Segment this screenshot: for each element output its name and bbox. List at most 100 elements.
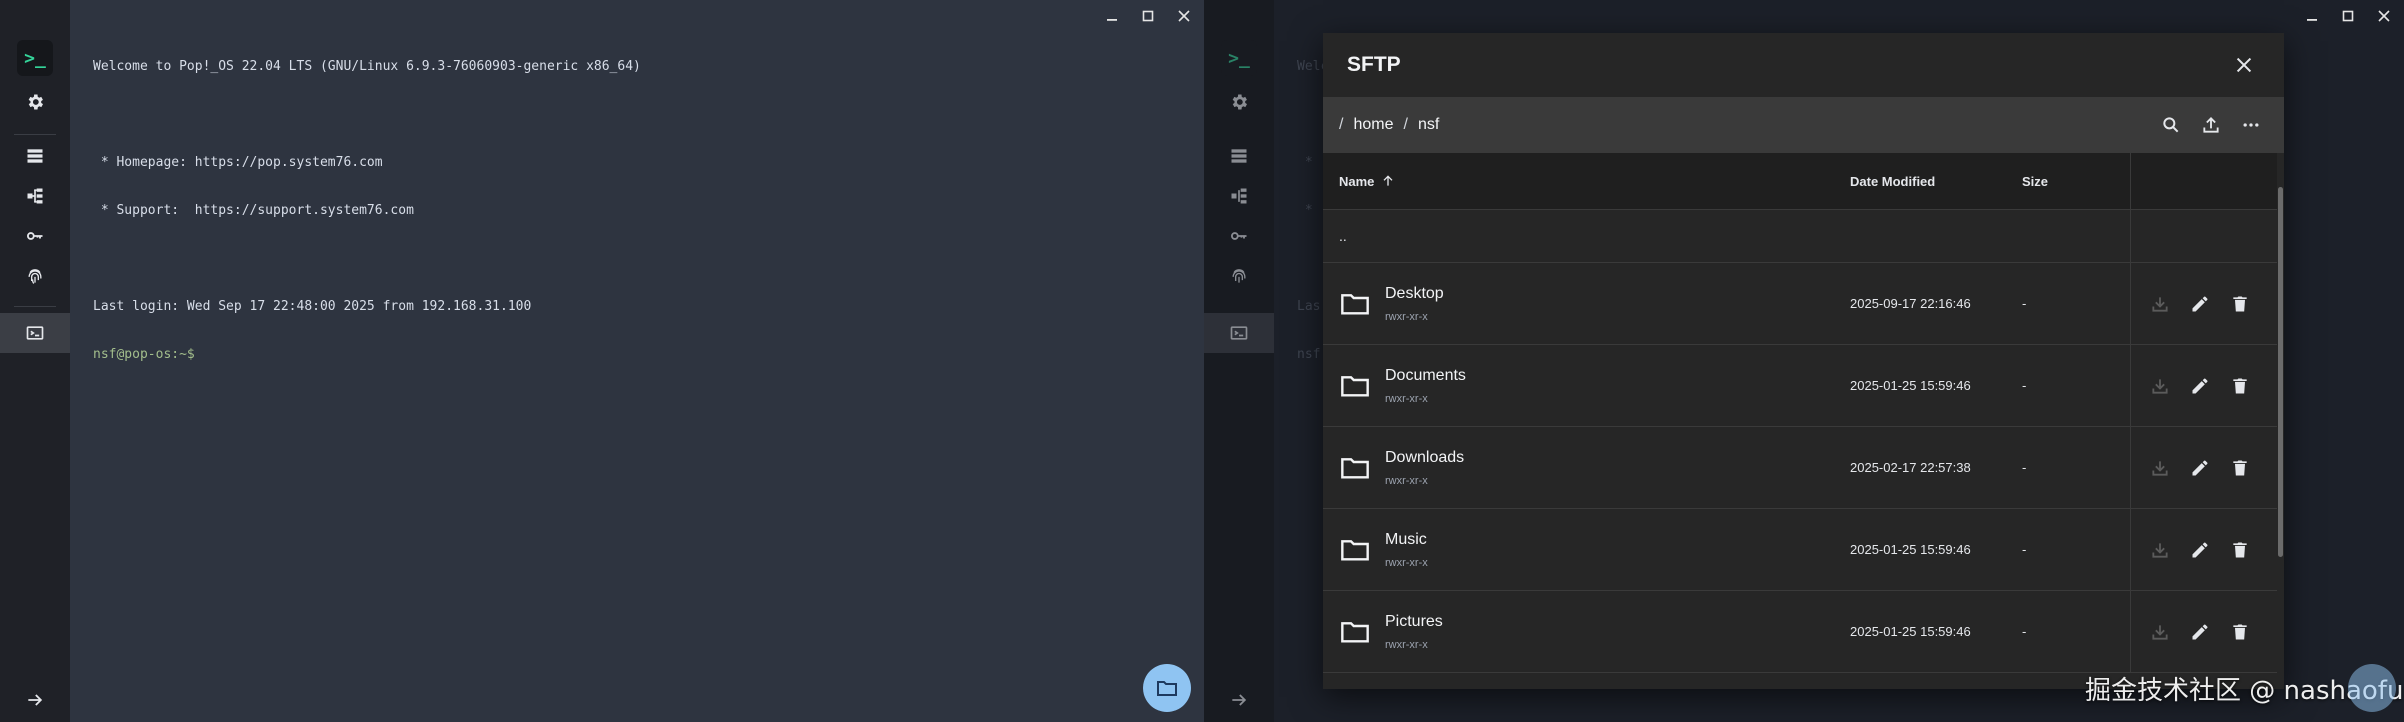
search-button[interactable] xyxy=(2154,108,2188,142)
file-size: - xyxy=(2022,542,2027,557)
terminal-window-left: >_ Welcome to Pop!_OS 22.04 LTS (GNU/Lin… xyxy=(0,0,1204,722)
hosts-list-icon[interactable] xyxy=(0,136,70,176)
breadcrumb-segment[interactable]: home xyxy=(1353,116,1393,134)
download-button[interactable] xyxy=(2143,287,2177,321)
row-actions xyxy=(2143,287,2257,321)
tree-icon[interactable] xyxy=(1204,176,1274,216)
path-bar: / home / nsf xyxy=(1323,97,2284,153)
column-label: Name xyxy=(1339,173,1375,189)
scrollbar-thumb[interactable] xyxy=(2278,187,2283,557)
download-button[interactable] xyxy=(2143,533,2177,567)
close-window-button[interactable] xyxy=(1166,4,1202,28)
terminal-line: * Homepage: https://pop.system76.com xyxy=(93,155,383,170)
upload-button[interactable] xyxy=(2194,108,2228,142)
file-size: - xyxy=(2022,378,2027,393)
file-permissions: rwxr-xr-x xyxy=(1385,556,1428,569)
tree-icon[interactable] xyxy=(0,176,70,216)
pencil-icon xyxy=(2192,542,2208,557)
terminal-line: Welcome to Pop!_OS 22.04 LTS (GNU/Linux … xyxy=(93,59,641,74)
table-row[interactable]: Music rwxr-xr-x 2025-01-25 15:59:46 - xyxy=(1323,509,2277,591)
download-button[interactable] xyxy=(2143,451,2177,485)
trash-icon xyxy=(2233,378,2247,393)
file-date: 2025-01-25 15:59:46 xyxy=(1850,624,1971,639)
more-button[interactable] xyxy=(2234,108,2268,142)
terminal-icon[interactable] xyxy=(1204,313,1274,353)
terminal-prompt: nsf@pop-os:~$ xyxy=(93,347,195,362)
file-name-cell: Documents rwxr-xr-x xyxy=(1339,367,1466,405)
minimize-button[interactable] xyxy=(1094,4,1130,28)
table-row-parent[interactable]: .. xyxy=(1323,210,2277,263)
sftp-fab-button-dimmed[interactable] xyxy=(2348,664,2396,712)
key-icon[interactable] xyxy=(0,216,70,256)
download-button[interactable] xyxy=(2143,615,2177,649)
close-dialog-button[interactable] xyxy=(2228,49,2260,81)
download-icon xyxy=(2152,542,2168,558)
close-window-button[interactable] xyxy=(2366,4,2402,28)
parent-dir-label: .. xyxy=(1339,228,1347,244)
file-name: Downloads xyxy=(1385,448,1465,466)
file-date: 2025-02-17 22:57:38 xyxy=(1850,460,1971,475)
file-size: - xyxy=(2022,460,2027,475)
column-divider xyxy=(2130,509,2131,590)
breadcrumb-segment[interactable]: nsf xyxy=(1418,116,1439,134)
sftp-fab-button[interactable] xyxy=(1143,664,1191,712)
arrow-right-icon[interactable] xyxy=(1204,680,1274,720)
terminal-output[interactable]: Welcome to Pop!_OS 22.04 LTS (GNU/Linux … xyxy=(93,27,641,395)
pencil-icon xyxy=(2192,624,2208,639)
rename-button[interactable] xyxy=(2183,533,2217,567)
file-permissions: rwxr-xr-x xyxy=(1385,638,1428,651)
column-size-header[interactable]: Size xyxy=(2022,174,2048,189)
delete-button[interactable] xyxy=(2223,533,2257,567)
delete-button[interactable] xyxy=(2223,615,2257,649)
terminal-window-right: >_ Welc * * Las nsf SFTP / home / nsf Na… xyxy=(1204,0,2404,722)
delete-button[interactable] xyxy=(2223,369,2257,403)
path-actions xyxy=(2154,108,2268,142)
rename-button[interactable] xyxy=(2183,451,2217,485)
terminal-icon[interactable] xyxy=(0,313,70,353)
table-row[interactable]: Downloads rwxr-xr-x 2025-02-17 22:57:38 … xyxy=(1323,427,2277,509)
arrow-right-icon[interactable] xyxy=(0,680,70,720)
file-date: 2025-01-25 15:59:46 xyxy=(1850,542,1971,557)
sftp-dialog: SFTP / home / nsf Name Date Modified Siz… xyxy=(1323,33,2284,689)
column-date-header[interactable]: Date Modified xyxy=(1850,174,1935,189)
file-name-cell: Downloads rwxr-xr-x xyxy=(1339,449,1464,487)
file-name: Music xyxy=(1385,530,1427,548)
rename-button[interactable] xyxy=(2183,369,2217,403)
breadcrumb-root[interactable]: / xyxy=(1339,116,1343,134)
delete-button[interactable] xyxy=(2223,287,2257,321)
maximize-button[interactable] xyxy=(2330,4,2366,28)
row-actions xyxy=(2143,615,2257,649)
pencil-icon xyxy=(2192,460,2208,475)
rename-button[interactable] xyxy=(2183,615,2217,649)
file-name-cell: Desktop rwxr-xr-x xyxy=(1339,285,1444,323)
folder-icon xyxy=(1341,457,1369,479)
delete-button[interactable] xyxy=(2223,451,2257,485)
app-logo[interactable]: >_ xyxy=(17,40,53,76)
file-date: 2025-01-25 15:59:46 xyxy=(1850,378,1971,393)
download-icon xyxy=(2152,296,2168,312)
key-icon[interactable] xyxy=(1204,216,1274,256)
minimize-button[interactable] xyxy=(2294,4,2330,28)
fingerprint-icon[interactable] xyxy=(1204,256,1274,296)
rename-button[interactable] xyxy=(2183,287,2217,321)
fingerprint-icon[interactable] xyxy=(0,256,70,296)
app-logo[interactable]: >_ xyxy=(1221,40,1257,76)
column-divider xyxy=(2130,153,2131,209)
sidebar: >_ xyxy=(1204,0,1274,722)
pencil-icon xyxy=(2192,296,2208,311)
gear-icon[interactable] xyxy=(0,82,70,122)
column-name-header[interactable]: Name xyxy=(1339,173,1396,189)
folder-icon xyxy=(1341,621,1369,643)
table-row[interactable]: Documents rwxr-xr-x 2025-01-25 15:59:46 … xyxy=(1323,345,2277,427)
file-name: Documents xyxy=(1385,366,1466,384)
table-row[interactable]: Pictures rwxr-xr-x 2025-01-25 15:59:46 - xyxy=(1323,591,2277,673)
download-button[interactable] xyxy=(2143,369,2177,403)
maximize-button[interactable] xyxy=(1130,4,1166,28)
scrollbar[interactable] xyxy=(2277,153,2284,689)
file-name-cell: Music rwxr-xr-x xyxy=(1339,531,1428,569)
table-row[interactable]: Desktop rwxr-xr-x 2025-09-17 22:16:46 - xyxy=(1323,263,2277,345)
trash-icon xyxy=(2233,460,2247,475)
hosts-list-icon[interactable] xyxy=(1204,136,1274,176)
gear-icon[interactable] xyxy=(1204,82,1274,122)
